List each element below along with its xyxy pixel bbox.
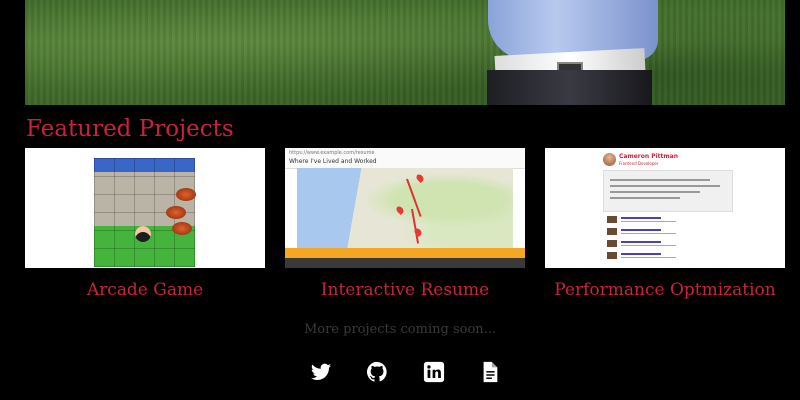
- enemy-bug: [172, 222, 192, 235]
- profile-name: Cameron Pittman: [619, 153, 678, 160]
- map-header: https://www.example.com/resume Where I'v…: [285, 148, 525, 169]
- person-pants: [487, 70, 652, 105]
- project-link-interactive-resume[interactable]: Interactive Resume: [285, 280, 525, 300]
- list-item-thumb: [607, 216, 617, 223]
- orange-band: [285, 248, 525, 258]
- document-icon[interactable]: [479, 361, 501, 383]
- project-card-resume[interactable]: https://www.example.com/resume Where I'v…: [285, 148, 525, 300]
- avatar: [603, 153, 616, 166]
- project-card-arcade[interactable]: Arcade Game: [25, 148, 265, 300]
- contact-footer: [285, 258, 525, 268]
- arcade-board: [94, 158, 196, 267]
- map-header-url: https://www.example.com/resume: [289, 150, 375, 156]
- profile-bio-box: [603, 170, 733, 212]
- arcade-game-thumbnail[interactable]: [25, 148, 265, 268]
- map: [297, 168, 513, 248]
- profile-subtitle: Frontend Developer: [619, 161, 659, 166]
- list-item-thumb: [607, 228, 617, 235]
- featured-projects-heading: Featured Projects: [26, 116, 234, 142]
- project-link-performance-optimization[interactable]: Performance Optmization: [545, 280, 785, 300]
- enemy-bug: [176, 188, 196, 201]
- map-header-title: Where I've Lived and Worked: [289, 158, 377, 165]
- github-icon[interactable]: [366, 361, 388, 383]
- social-links: [0, 361, 800, 385]
- performance-thumbnail[interactable]: Cameron Pittman Frontend Developer: [545, 148, 785, 268]
- enemy-bug: [166, 206, 186, 219]
- twitter-icon[interactable]: [310, 361, 332, 383]
- project-card-performance[interactable]: Cameron Pittman Frontend Developer Perfo…: [545, 148, 785, 300]
- more-projects-note: More projects coming soon...: [303, 322, 497, 337]
- list-item-thumb: [607, 240, 617, 247]
- project-link-arcade-game[interactable]: Arcade Game: [25, 280, 265, 300]
- interactive-resume-thumbnail[interactable]: https://www.example.com/resume Where I'v…: [285, 148, 525, 268]
- player-character: [135, 226, 151, 242]
- linkedin-icon[interactable]: [423, 361, 445, 383]
- hero-image: [25, 0, 785, 105]
- list-item-thumb: [607, 252, 617, 259]
